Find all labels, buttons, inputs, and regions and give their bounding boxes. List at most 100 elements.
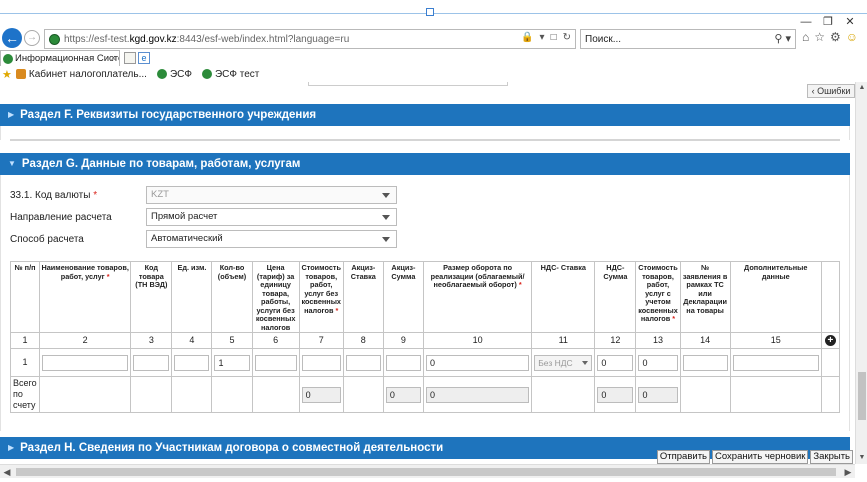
favorites-star-icon[interactable]: ★ [2, 68, 12, 81]
scroll-thumb[interactable] [16, 468, 836, 476]
quantity-input[interactable]: 1 [214, 354, 250, 371]
scroll-thumb[interactable] [858, 372, 866, 420]
address-bar[interactable]: https://esf-test. kgd.gov.kz :8443/esf-w… [44, 29, 576, 49]
cell [729, 376, 822, 413]
search-input[interactable]: Поиск... ⚲ ▾ [580, 29, 796, 49]
chevron-down-icon [582, 360, 589, 365]
favorite-label: Кабинет налогоплатель... [28, 68, 147, 80]
errors-button[interactable]: ‹ Ошибки [807, 84, 855, 98]
cell: 0 [422, 348, 533, 377]
capture-handle[interactable] [426, 8, 434, 16]
cell [342, 376, 384, 413]
direction-value: Прямой расчет [151, 211, 218, 222]
chevron-down-icon [382, 193, 390, 198]
excise-sum-input[interactable] [385, 354, 421, 371]
column-number: 11 [531, 332, 596, 349]
vat-rate-select[interactable]: Без НДС [534, 354, 593, 371]
vat-sum-input[interactable]: 0 [597, 354, 634, 371]
price-input[interactable] [254, 354, 297, 371]
method-row: Способ расчета Автоматический [10, 230, 397, 248]
col-header: Дополнительные данные [729, 261, 822, 333]
gear-icon[interactable]: ⚙ [830, 30, 841, 44]
name-input[interactable] [42, 354, 129, 371]
scroll-down-icon[interactable]: ▼ [856, 452, 867, 464]
action-bar: Отправить Сохранить черновик Закрыть [656, 450, 853, 464]
feedback-smiley-icon[interactable]: ☺ [846, 30, 858, 44]
url-prefix: https://esf-test. [64, 33, 130, 45]
browser-toolbar-icons: ⌂ ☆ ⚙ ☺ [802, 30, 858, 44]
refresh-icon[interactable]: ↻ [563, 32, 571, 43]
required-mark: * [672, 314, 676, 323]
chevron-down-icon [382, 237, 390, 242]
column-number: 12 [594, 332, 637, 349]
tnved-input[interactable] [133, 354, 170, 371]
chevron-down-icon [382, 215, 390, 220]
cell [820, 348, 841, 377]
cert-icon[interactable]: □ [551, 32, 557, 43]
search-icon[interactable]: ⚲ ▾ [774, 32, 791, 45]
favorite-link[interactable]: ЭСФ [156, 69, 192, 80]
column-number-row: 1 2 3 4 5 6 7 8 9 10 11 12 13 14 15 + [9, 332, 841, 349]
favorite-link[interactable]: ЭСФ тест [201, 69, 259, 80]
send-button[interactable]: Отправить [656, 450, 710, 464]
total-with-tax-field: 0 [638, 386, 678, 403]
excise-rate-input[interactable] [345, 354, 381, 371]
add-row-icon[interactable]: + [824, 335, 836, 346]
currency-label-text: 33.1. Код валюты [10, 189, 91, 201]
column-number: 14 [679, 332, 731, 349]
required-mark: * [106, 271, 110, 281]
column-number: 6 [251, 332, 300, 349]
dropdown-icon[interactable]: ▾ [540, 32, 545, 43]
favorites-star-icon[interactable]: ☆ [814, 30, 825, 44]
declaration-input[interactable] [682, 354, 728, 371]
method-select[interactable]: Автоматический [146, 230, 397, 248]
goods-table: № п/п Наименование товаров, работ, услуг… [9, 261, 841, 413]
favorite-link[interactable]: Кабинет налогоплатель... [15, 68, 147, 80]
scroll-right-icon[interactable]: ▶ [841, 465, 855, 479]
new-tab-icon[interactable] [124, 52, 136, 64]
forward-button[interactable]: → [24, 30, 40, 46]
divider [10, 139, 840, 141]
additional-input[interactable] [732, 354, 819, 371]
errors-label: Ошибки [817, 86, 851, 96]
cell [729, 348, 822, 377]
required-mark: * [93, 189, 98, 201]
column-number: 15 [729, 332, 822, 349]
col-header: Размер оборота по реализации (облагаемый… [422, 261, 533, 333]
browser-tab[interactable]: Информационная Систем... × [0, 50, 120, 66]
cell: 0 [382, 376, 424, 413]
col-header-text: Наименование товаров, работ, услуг [41, 263, 129, 281]
ie-tab-icon[interactable]: e [138, 52, 150, 64]
currency-select[interactable]: KZT [146, 186, 397, 204]
scroll-up-icon[interactable]: ▲ [856, 82, 867, 94]
home-icon[interactable]: ⌂ [802, 30, 809, 44]
collapse-arrow-icon: ▼ [8, 159, 16, 168]
direction-select[interactable]: Прямой расчет [146, 208, 397, 226]
vertical-scrollbar[interactable]: ▲ ▼ [855, 82, 867, 464]
cell: 0 [298, 376, 344, 413]
section-g-header[interactable]: ▼ Раздел G. Данные по товарам, работам, у… [0, 153, 850, 175]
section-f-header[interactable]: ▶ Раздел F. Реквизиты государственного уч… [0, 104, 850, 126]
cost-input[interactable] [301, 354, 341, 371]
close-button[interactable]: Закрыть [810, 450, 853, 464]
section-title: Раздел G. Данные по товарам, работам, ус… [21, 158, 301, 170]
cell [39, 348, 132, 377]
cell [171, 376, 213, 413]
favorite-icon [201, 69, 212, 79]
cell [342, 348, 384, 377]
total-input[interactable]: 0 [638, 354, 678, 371]
col-header-text: Размер оборота по реализации (облагаемый… [430, 263, 525, 289]
page-top-strip [0, 82, 855, 96]
unit-input[interactable] [174, 354, 210, 371]
favorite-icon [15, 69, 26, 79]
lock-icon[interactable]: 🔒 [521, 32, 533, 43]
tab-close-icon[interactable]: × [111, 51, 116, 66]
back-button[interactable]: ← [2, 28, 22, 48]
save-draft-button[interactable]: Сохранить черновик [712, 450, 809, 464]
turnover-input[interactable]: 0 [425, 354, 530, 371]
method-value: Автоматический [151, 233, 223, 244]
direction-row: Направление расчета Прямой расчет [10, 208, 397, 226]
horizontal-scrollbar[interactable]: ◀ ▶ [0, 464, 855, 478]
scroll-left-icon[interactable]: ◀ [0, 465, 14, 479]
tab-title: Информационная Систем... [15, 53, 119, 64]
